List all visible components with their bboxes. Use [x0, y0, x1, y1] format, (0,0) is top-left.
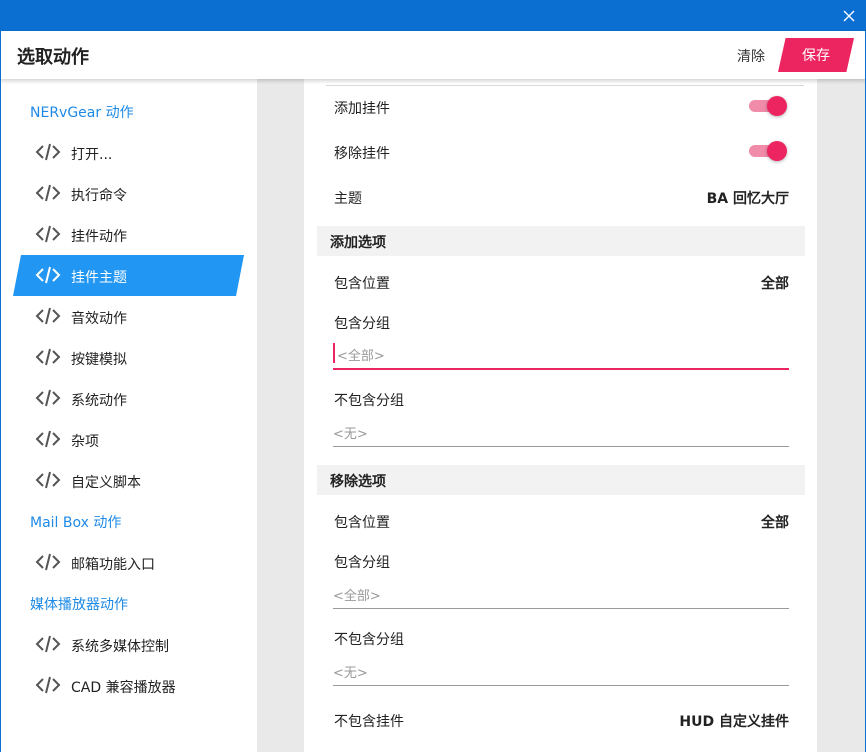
input-placeholder: <无> [333, 666, 368, 681]
dialog-title: 选取动作 [17, 47, 89, 68]
dialog-header: 选取动作 清除 保存 [0, 31, 866, 79]
add-exclude-group-label: 不包含分组 [334, 393, 404, 409]
action-sidebar: NERvGear 动作 打开... 执行命令 挂件动作 挂件主题 音效动作 按键… [0, 79, 257, 752]
code-icon [35, 430, 61, 448]
remove-options-header: 移除选项 [317, 465, 805, 495]
sidebar-item-label: 音效动作 [71, 311, 127, 327]
clear-button[interactable]: 清除 [737, 46, 765, 66]
remove-widget-label: 移除挂件 [334, 146, 390, 162]
sidebar-item-execute-command[interactable]: 执行命令 [13, 173, 244, 214]
sidebar-item-label: 邮箱功能入口 [71, 557, 155, 573]
input-placeholder: <全部> [333, 589, 381, 604]
add-include-position-value[interactable]: 全部 [761, 273, 789, 293]
code-icon [35, 553, 61, 571]
input-placeholder: <全部> [337, 349, 385, 364]
window-border [0, 31, 1, 752]
code-icon [35, 676, 61, 694]
remove-include-group-input[interactable]: <全部> [333, 580, 789, 609]
code-icon [35, 143, 61, 161]
toggle-knob [767, 141, 787, 161]
add-include-group-input[interactable]: <全部> [333, 340, 789, 370]
add-widget-toggle[interactable] [749, 94, 789, 118]
sidebar-item-custom-script[interactable]: 自定义脚本 [13, 460, 244, 501]
section-mailbox: Mail Box 动作 [30, 515, 122, 531]
sidebar-item-widget-theme[interactable]: 挂件主题 [13, 255, 244, 296]
code-icon [35, 265, 61, 285]
theme-label: 主题 [334, 191, 362, 207]
remove-exclude-widget-label: 不包含挂件 [334, 714, 404, 730]
sidebar-item-label: CAD 兼容播放器 [71, 680, 176, 696]
sidebar-item-key-simulation[interactable]: 按键模拟 [13, 337, 244, 378]
code-icon [35, 307, 61, 325]
section-nervgear: NERvGear 动作 [30, 105, 134, 121]
toggle-knob [767, 96, 787, 116]
remove-exclude-group-input[interactable]: <无> [333, 657, 789, 686]
add-exclude-group-input[interactable]: <无> [333, 418, 789, 447]
remove-widget-toggle[interactable] [749, 139, 789, 163]
sidebar-item-label: 执行命令 [71, 188, 127, 204]
remove-exclude-widget-value[interactable]: HUD 自定义挂件 [679, 711, 789, 731]
settings-panel: 添加挂件 移除挂件 主题 BA 回忆大厅 添加选项 包含位置 全部 包含分组 <… [304, 79, 817, 752]
remove-exclude-group-label: 不包含分组 [334, 632, 404, 648]
close-icon [843, 10, 855, 21]
sidebar-item-label: 系统多媒体控制 [71, 639, 169, 655]
sidebar-item-label: 按键模拟 [71, 352, 127, 368]
divider [326, 85, 804, 86]
remove-options-title: 移除选项 [330, 474, 386, 490]
code-icon [35, 348, 61, 366]
code-icon [35, 184, 61, 202]
sidebar-item-system-media-control[interactable]: 系统多媒体控制 [13, 624, 244, 665]
section-media-player: 媒体播放器动作 [30, 597, 128, 613]
sidebar-item-label: 杂项 [71, 434, 99, 450]
close-button[interactable] [832, 0, 866, 31]
theme-value[interactable]: BA 回忆大厅 [707, 188, 789, 208]
add-widget-label: 添加挂件 [334, 101, 390, 117]
save-button[interactable]: 保存 [778, 38, 854, 72]
add-options-title: 添加选项 [330, 235, 386, 251]
add-options-header: 添加选项 [317, 226, 805, 256]
remove-include-group-label: 包含分组 [334, 555, 390, 571]
sidebar-item-sound-action[interactable]: 音效动作 [13, 296, 244, 337]
sidebar-item-misc[interactable]: 杂项 [13, 419, 244, 460]
code-icon [35, 225, 61, 243]
code-icon [35, 471, 61, 489]
add-include-position-label: 包含位置 [334, 276, 390, 292]
title-bar [0, 0, 866, 31]
code-icon [35, 635, 61, 653]
sidebar-item-system-action[interactable]: 系统动作 [13, 378, 244, 419]
input-placeholder: <无> [333, 427, 368, 442]
sidebar-item-label: 系统动作 [71, 393, 127, 409]
remove-include-position-value[interactable]: 全部 [761, 512, 789, 532]
sidebar-item-open[interactable]: 打开... [13, 132, 244, 173]
sidebar-item-mailbox-entry[interactable]: 邮箱功能入口 [13, 542, 244, 583]
sidebar-item-label: 挂件动作 [71, 229, 127, 245]
code-icon [35, 389, 61, 407]
sidebar-item-label: 打开... [71, 147, 113, 163]
sidebar-item-label: 挂件主题 [71, 270, 127, 286]
add-include-group-label: 包含分组 [334, 316, 390, 332]
sidebar-item-label: 自定义脚本 [71, 475, 141, 491]
sidebar-item-cad-player[interactable]: CAD 兼容播放器 [13, 665, 244, 706]
remove-include-position-label: 包含位置 [334, 515, 390, 531]
sidebar-item-widget-action[interactable]: 挂件动作 [13, 214, 244, 255]
